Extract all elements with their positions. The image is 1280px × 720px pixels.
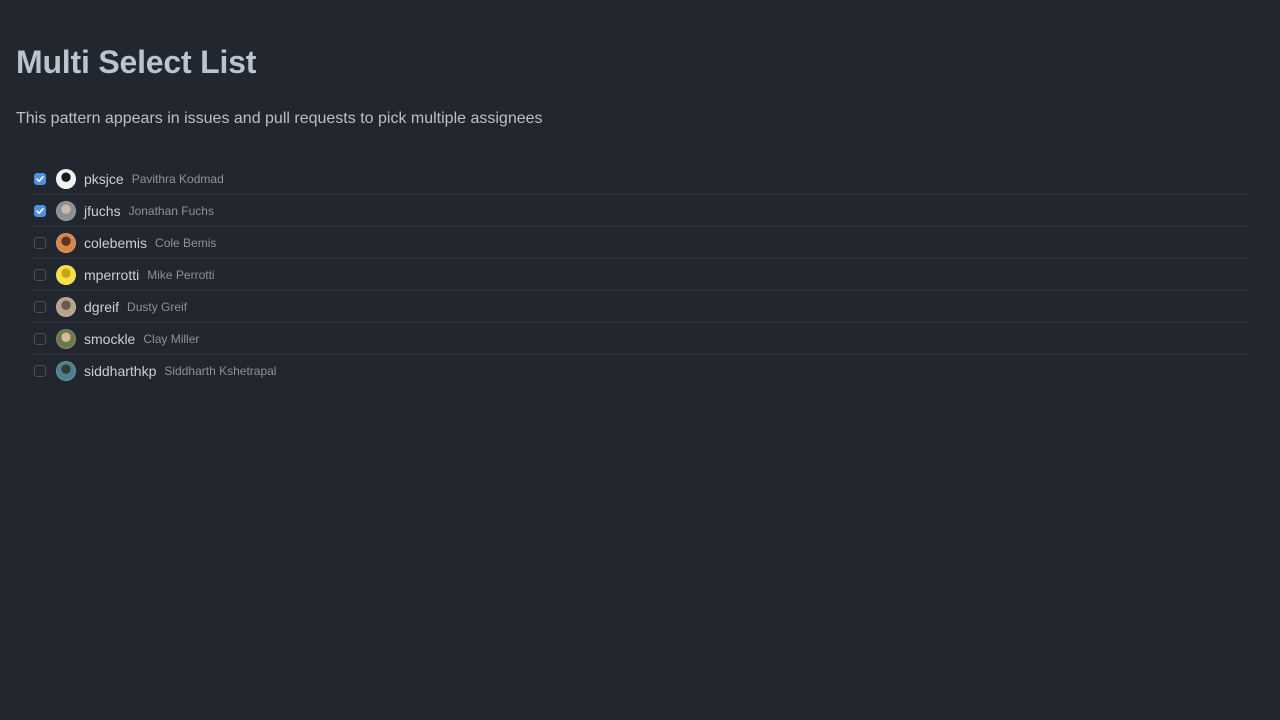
avatar bbox=[56, 296, 76, 317]
avatar bbox=[56, 264, 76, 285]
avatar bbox=[56, 200, 76, 221]
assignee-checkbox[interactable] bbox=[34, 365, 46, 377]
page-title: Multi Select List bbox=[16, 44, 257, 80]
assignee-checkbox[interactable] bbox=[34, 268, 46, 281]
assignee-checkbox[interactable] bbox=[34, 204, 46, 217]
full-name: Cole Bemis bbox=[155, 235, 217, 250]
avatar bbox=[56, 361, 76, 381]
avatar bbox=[56, 328, 76, 349]
list-item[interactable]: dgreif Dusty Greif bbox=[32, 291, 1248, 323]
full-name: Pavithra Kodmad bbox=[131, 171, 224, 186]
assignee-checkbox[interactable] bbox=[34, 172, 46, 185]
username: mperrotti bbox=[84, 266, 140, 283]
page: Multi Select List This pattern appears i… bbox=[0, 0, 1280, 720]
username: pksjce bbox=[84, 170, 124, 187]
avatar bbox=[56, 168, 76, 189]
assignee-checkbox[interactable] bbox=[34, 300, 46, 313]
avatar bbox=[56, 232, 76, 253]
list-item[interactable]: smockle Clay Miller bbox=[32, 323, 1248, 355]
assignee-checkbox[interactable] bbox=[34, 332, 46, 345]
list-item[interactable]: pksjce Pavithra Kodmad bbox=[32, 163, 1248, 195]
list-item[interactable]: mperrotti Mike Perrotti bbox=[32, 259, 1248, 291]
username: jfuchs bbox=[84, 202, 121, 219]
username: colebemis bbox=[84, 234, 148, 251]
check-icon bbox=[36, 175, 44, 182]
full-name: Jonathan Fuchs bbox=[128, 203, 214, 218]
list-item[interactable]: colebemis Cole Bemis bbox=[32, 227, 1248, 259]
assignee-list: pksjce Pavithra Kodmad jfuchs Jonathan Fuch… bbox=[32, 163, 1248, 387]
username: siddharthkp bbox=[84, 363, 157, 379]
assignee-checkbox[interactable] bbox=[34, 236, 46, 249]
list-item[interactable]: siddharthkp Siddharth Kshetrapal bbox=[32, 355, 1248, 387]
full-name: Dusty Greif bbox=[127, 299, 188, 314]
full-name: Mike Perrotti bbox=[147, 267, 215, 282]
check-icon bbox=[36, 207, 44, 214]
full-name: Siddharth Kshetrapal bbox=[164, 364, 277, 378]
list-item[interactable]: jfuchs Jonathan Fuchs bbox=[32, 195, 1248, 227]
username: dgreif bbox=[84, 298, 120, 315]
username: smockle bbox=[84, 330, 136, 347]
full-name: Clay Miller bbox=[143, 331, 200, 346]
page-description: This pattern appears in issues and pull … bbox=[16, 110, 543, 127]
